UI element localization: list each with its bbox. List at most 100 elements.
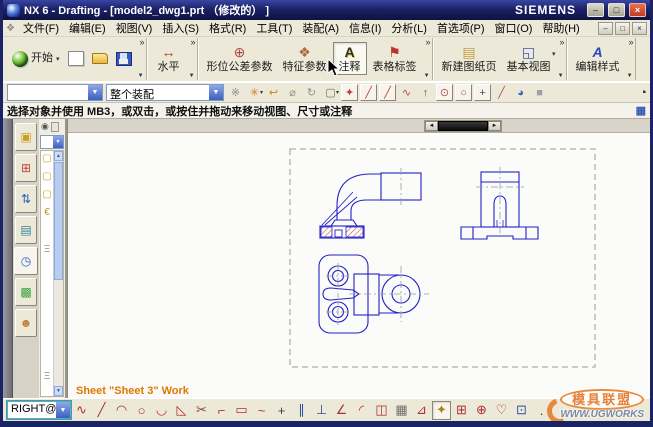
start-button[interactable]: 开始 ▾ xyxy=(9,48,63,70)
perpendicular-constraint-icon[interactable]: ⊥ xyxy=(312,401,331,420)
snap-center-icon[interactable]: ⊙ xyxy=(436,84,454,101)
snap-point-icon[interactable]: ✦ xyxy=(341,84,359,101)
line-tool-icon[interactable]: ╱ xyxy=(92,401,111,420)
menu-format[interactable]: 格式(R) xyxy=(204,19,251,37)
doc-minimize-button[interactable]: – xyxy=(598,21,613,35)
base-view-button[interactable]: ◱ 基本视图 ▾ xyxy=(503,42,556,75)
menu-edit[interactable]: 编辑(E) xyxy=(64,19,111,37)
parallel-constraint-icon[interactable]: ∥ xyxy=(292,401,311,420)
mirror-tool-icon[interactable]: ◫ xyxy=(372,401,391,420)
table-label-button[interactable]: ⚑ 表格标签 xyxy=(369,42,421,75)
new-sheet-button[interactable]: ▤ 新建图纸页 xyxy=(438,42,501,75)
navigator-node-icon[interactable]: ▢ xyxy=(42,171,51,182)
snap-circle-icon[interactable]: ○ xyxy=(455,84,473,101)
dropdown-arrow-icon[interactable]: ▼ xyxy=(209,85,223,100)
toolbar-options-arrow[interactable]: ▼ xyxy=(558,73,564,80)
menu-window[interactable]: 窗口(O) xyxy=(490,19,538,37)
system-materials-tab[interactable]: ▩ xyxy=(15,278,37,306)
no-filter-icon[interactable]: ⌀ xyxy=(284,84,301,101)
toolbar-options-arrow[interactable]: ▼ xyxy=(189,73,195,80)
navigator-scrollbar[interactable]: ▲ ▼ xyxy=(53,151,63,396)
toolbar-overflow-chevron[interactable]: » xyxy=(191,38,196,47)
angle-constraint-icon[interactable]: ∠ xyxy=(332,401,351,420)
minimize-button[interactable]: – xyxy=(587,3,604,17)
dropdown-arrow-icon[interactable]: ▼ xyxy=(53,136,63,148)
toolbar-overflow-chevron[interactable]: » xyxy=(629,38,634,47)
circle-tool-icon[interactable]: ○ xyxy=(132,401,151,420)
top-view[interactable] xyxy=(318,254,429,334)
menu-assemblies[interactable]: 装配(A) xyxy=(297,19,344,37)
menu-help[interactable]: 帮助(H) xyxy=(537,19,584,37)
dialog-rail-icon[interactable]: ▦ xyxy=(636,104,646,117)
snap-arrow-icon[interactable]: ↑ xyxy=(417,84,434,101)
menu-file[interactable]: 文件(F) xyxy=(18,19,64,37)
roles-tab[interactable]: ☻ xyxy=(15,309,37,337)
menu-insert[interactable]: 插入(S) xyxy=(157,19,204,37)
toolbar-overflow-chevron[interactable]: » xyxy=(426,38,431,47)
quick-extend-tool-icon[interactable]: ⌐ xyxy=(212,401,231,420)
region-tool-icon[interactable]: ♡ xyxy=(492,401,511,420)
feature-parameters-button[interactable]: ❖ 特征参数 xyxy=(279,42,331,75)
navigator-node-icon[interactable]: ▢ xyxy=(42,153,51,164)
horizontal-dimension-button[interactable]: ↔ 水平 xyxy=(152,42,186,75)
menu-analysis[interactable]: 分析(L) xyxy=(386,19,431,37)
chamfer-tool-icon[interactable]: ◺ xyxy=(172,401,191,420)
point-tool-icon[interactable]: + xyxy=(272,401,291,420)
navigator-node-icon[interactable]: ▢ xyxy=(42,189,51,200)
scrollbar-thumb[interactable] xyxy=(54,162,63,280)
constraint-navigator-tab[interactable]: ⊞ xyxy=(15,154,37,182)
title-bar[interactable]: NX 6 - Drafting - [model2_dwg1.prt （修改的）… xyxy=(3,0,650,20)
offset-tool-icon[interactable]: ⊞ xyxy=(452,401,471,420)
edit-style-button[interactable]: A 编辑样式 xyxy=(572,42,624,75)
arc-tool-icon[interactable]: ◠ xyxy=(112,401,131,420)
navigator-node-icon[interactable]: € xyxy=(44,207,50,218)
close-button[interactable]: × xyxy=(629,3,646,17)
panel-combo[interactable]: ▼ xyxy=(40,135,64,149)
menu-view[interactable]: 视图(V) xyxy=(111,19,158,37)
scroll-down-arrow[interactable]: ▼ xyxy=(54,386,63,396)
pattern-tool-icon[interactable]: ▦ xyxy=(392,401,411,420)
quick-pick-icon[interactable]: ◕ xyxy=(512,84,529,101)
gdt-parameters-button[interactable]: ⊕ 形位公差参数 xyxy=(203,42,277,75)
side-view[interactable] xyxy=(319,168,422,239)
part-navigator-tab[interactable]: ⇅ xyxy=(15,185,37,213)
navigator-node-icon[interactable]: Ξ xyxy=(44,244,51,255)
scroll-left-arrow[interactable]: ◄ xyxy=(425,121,438,131)
selection-filter-combo[interactable]: ▼ xyxy=(7,84,103,101)
corner-tool-icon[interactable]: ⊡ xyxy=(512,401,531,420)
front-view[interactable] xyxy=(460,167,539,240)
tube-tool-icon[interactable]: ⊕ xyxy=(472,401,491,420)
tangent-constraint-icon[interactable]: ◜ xyxy=(352,401,371,420)
scroll-right-arrow[interactable]: ► xyxy=(488,121,501,131)
dropdown-arrow-icon[interactable]: ▼ xyxy=(88,85,102,100)
spline-tool-icon[interactable]: ~ xyxy=(252,401,271,420)
rectangle-tool-icon[interactable]: ▭ xyxy=(232,401,251,420)
toolbar-options-arrow[interactable]: ▼ xyxy=(627,73,633,80)
quick-trim-tool-icon[interactable]: ✂ xyxy=(192,401,211,420)
profile-tool-icon[interactable]: ∿ xyxy=(72,401,91,420)
selection-scope-combo[interactable]: 整个装配 ▼ xyxy=(106,84,224,101)
menu-preferences[interactable]: 首选项(P) xyxy=(432,19,490,37)
active-view-combo[interactable]: RIGHT@1 ▼ xyxy=(7,401,71,419)
maximize-button[interactable]: □ xyxy=(608,3,625,17)
assembly-navigator-tab[interactable]: ▣ xyxy=(15,123,37,151)
toolbar-overflow-chevron[interactable]: » xyxy=(560,38,565,47)
graphics-canvas[interactable]: ◄ ► Sheet "Sheet 3" Work xyxy=(67,119,650,398)
panel-pin-button[interactable] xyxy=(50,121,59,132)
undo-icon[interactable]: ↩ xyxy=(265,84,282,101)
doc-close-button[interactable]: × xyxy=(632,21,647,35)
menu-tools[interactable]: 工具(T) xyxy=(251,19,297,37)
open-file-button[interactable] xyxy=(89,48,111,70)
panel-filter-icon[interactable]: ◉ xyxy=(41,121,49,132)
dimension-tool-icon[interactable]: ⊿ xyxy=(412,401,431,420)
snap-settings-icon[interactable]: ※ xyxy=(227,84,244,101)
scroll-up-arrow[interactable]: ▲ xyxy=(54,151,63,161)
auto-constrain-icon[interactable]: ✦ xyxy=(432,400,451,420)
solid-cube-icon[interactable]: ■ xyxy=(531,84,548,101)
toolbar-options-arrow[interactable]: ▼ xyxy=(138,73,144,80)
scrollbar-thumb[interactable] xyxy=(438,121,488,131)
history-tab[interactable]: ◷ xyxy=(14,247,38,275)
toolbar-overflow-dot[interactable]: ▪ xyxy=(642,87,646,97)
snap-slash-icon[interactable]: ╱ xyxy=(493,84,510,101)
toolbar-overflow-chevron[interactable]: » xyxy=(140,38,145,47)
